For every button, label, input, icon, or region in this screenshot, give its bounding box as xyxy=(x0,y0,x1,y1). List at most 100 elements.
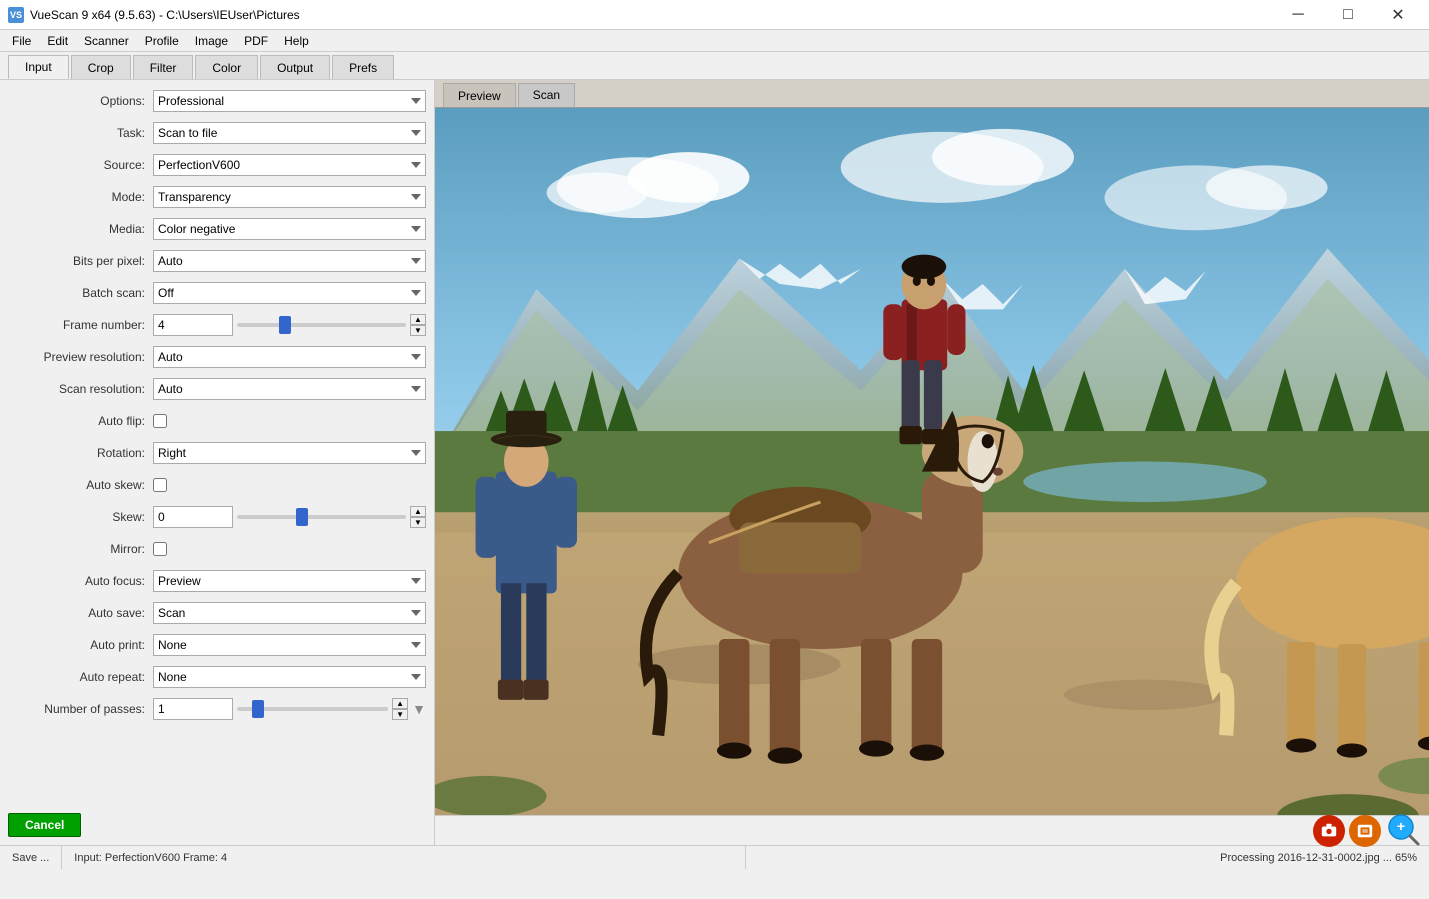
bits-select[interactable]: Auto xyxy=(153,250,426,272)
num-passes-spinner-down[interactable]: ▼ xyxy=(392,709,408,720)
preview-res-select[interactable]: Auto xyxy=(153,346,426,368)
titlebar-controls: ─ □ ✕ xyxy=(1275,0,1421,30)
frame-slider-track[interactable] xyxy=(237,323,406,327)
auto-skew-row: Auto skew: xyxy=(0,472,434,498)
auto-repeat-select[interactable]: None xyxy=(153,666,426,688)
media-label: Media: xyxy=(8,222,153,236)
menu-file[interactable]: File xyxy=(4,30,39,52)
rotation-select[interactable]: Right xyxy=(153,442,426,464)
auto-focus-row: Auto focus: Preview xyxy=(0,568,434,594)
auto-flip-label: Auto flip: xyxy=(8,414,153,428)
frame-slider-group: ▲ ▼ xyxy=(153,314,426,336)
auto-focus-select[interactable]: Preview xyxy=(153,570,426,592)
source-row: Source: PerfectionV600 xyxy=(0,152,434,178)
auto-save-label: Auto save: xyxy=(8,606,153,620)
rotation-row: Rotation: Right xyxy=(0,440,434,466)
skew-slider-track[interactable] xyxy=(237,515,406,519)
mode-select[interactable]: Transparency xyxy=(153,186,426,208)
skew-spinner-up[interactable]: ▲ xyxy=(410,506,426,517)
rotation-label: Rotation: xyxy=(8,446,153,460)
mirror-label: Mirror: xyxy=(8,542,153,556)
auto-focus-label: Auto focus: xyxy=(8,574,153,588)
bits-row: Bits per pixel: Auto xyxy=(0,248,434,274)
media-row: Media: Color negative xyxy=(0,216,434,242)
scan-icon-1[interactable] xyxy=(1313,815,1345,847)
left-content: Options: Professional Task: Scan to file… xyxy=(0,80,434,805)
zoom-in-button[interactable]: + xyxy=(1385,811,1421,850)
auto-print-select[interactable]: None xyxy=(153,634,426,656)
frame-slider-thumb[interactable] xyxy=(279,316,291,334)
num-passes-slider-thumb[interactable] xyxy=(252,700,264,718)
media-select[interactable]: Color negative xyxy=(153,218,426,240)
scan-res-label: Scan resolution: xyxy=(8,382,153,396)
skew-spinner-down[interactable]: ▼ xyxy=(410,517,426,528)
preview-tab-scan[interactable]: Scan xyxy=(518,83,575,107)
close-button[interactable]: ✕ xyxy=(1375,0,1421,30)
options-select[interactable]: Professional xyxy=(153,90,426,112)
app-icon: VS xyxy=(8,7,24,23)
scan-res-select[interactable]: Auto xyxy=(153,378,426,400)
auto-print-row: Auto print: None xyxy=(0,632,434,658)
frame-number-input[interactable] xyxy=(153,314,233,336)
menu-pdf[interactable]: PDF xyxy=(236,30,276,52)
preview-res-row: Preview resolution: Auto xyxy=(0,344,434,370)
bits-label: Bits per pixel: xyxy=(8,254,153,268)
menu-help[interactable]: Help xyxy=(276,30,317,52)
num-passes-label: Number of passes: xyxy=(8,702,153,716)
tab-color[interactable]: Color xyxy=(195,55,258,79)
options-label: Options: xyxy=(8,94,153,108)
tab-prefs[interactable]: Prefs xyxy=(332,55,394,79)
auto-save-select[interactable]: Scan xyxy=(153,602,426,624)
auto-flip-check[interactable] xyxy=(153,414,167,428)
options-row: Options: Professional xyxy=(0,88,434,114)
menu-image[interactable]: Image xyxy=(187,30,236,52)
task-select[interactable]: Scan to file xyxy=(153,122,426,144)
maximize-button[interactable]: □ xyxy=(1325,0,1371,30)
preview-res-label: Preview resolution: xyxy=(8,350,153,364)
frame-spinner-up[interactable]: ▲ xyxy=(410,314,426,325)
num-passes-slider-track[interactable] xyxy=(237,707,388,711)
cancel-button[interactable]: Cancel xyxy=(8,813,81,837)
skew-input[interactable] xyxy=(153,506,233,528)
minimize-button[interactable]: ─ xyxy=(1275,0,1321,30)
preview-tabs: Preview Scan xyxy=(435,80,1429,108)
source-label: Source: xyxy=(8,158,153,172)
menu-scanner[interactable]: Scanner xyxy=(76,30,137,52)
tabbar: Input Crop Filter Color Output Prefs xyxy=(0,52,1429,80)
tab-input[interactable]: Input xyxy=(8,55,69,79)
right-panel: Preview Scan xyxy=(435,80,1429,845)
auto-repeat-row: Auto repeat: None xyxy=(0,664,434,690)
menubar: File Edit Scanner Profile Image PDF Help xyxy=(0,30,1429,52)
tab-filter[interactable]: Filter xyxy=(133,55,194,79)
source-select[interactable]: PerfectionV600 xyxy=(153,154,426,176)
task-label: Task: xyxy=(8,126,153,140)
expand-icon[interactable]: ▼ xyxy=(412,701,426,717)
num-passes-spinner-up[interactable]: ▲ xyxy=(392,698,408,709)
mirror-check[interactable] xyxy=(153,542,167,556)
frame-row: Frame number: ▲ ▼ xyxy=(0,312,434,338)
scan-res-row: Scan resolution: Auto xyxy=(0,376,434,402)
task-row: Task: Scan to file xyxy=(0,120,434,146)
auto-skew-label: Auto skew: xyxy=(8,478,153,492)
skew-slider-thumb[interactable] xyxy=(296,508,308,526)
menu-edit[interactable]: Edit xyxy=(39,30,76,52)
mode-label: Mode: xyxy=(8,190,153,204)
batch-select[interactable]: Off xyxy=(153,282,426,304)
tab-crop[interactable]: Crop xyxy=(71,55,131,79)
preview-image-area xyxy=(435,108,1429,815)
batch-label: Batch scan: xyxy=(8,286,153,300)
preview-image xyxy=(435,108,1429,815)
menu-profile[interactable]: Profile xyxy=(137,30,187,52)
status-save: Save ... xyxy=(0,846,62,869)
num-passes-spinner: ▲ ▼ xyxy=(392,698,408,720)
mirror-row: Mirror: xyxy=(0,536,434,562)
titlebar-title: VueScan 9 x64 (9.5.63) - C:\Users\IEUser… xyxy=(30,8,300,22)
num-passes-input[interactable] xyxy=(153,698,233,720)
frame-spinner-down[interactable]: ▼ xyxy=(410,325,426,336)
scan-icon-2[interactable] xyxy=(1349,815,1381,847)
frame-label: Frame number: xyxy=(8,318,153,332)
preview-tab-preview[interactable]: Preview xyxy=(443,83,516,107)
status-input: Input: PerfectionV600 Frame: 4 xyxy=(62,846,746,869)
tab-output[interactable]: Output xyxy=(260,55,330,79)
auto-skew-check[interactable] xyxy=(153,478,167,492)
